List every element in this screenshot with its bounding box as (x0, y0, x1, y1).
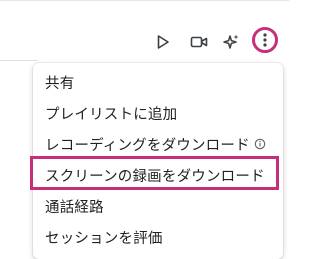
menu-item-label: 共有 (45, 75, 75, 92)
more-options-button[interactable] (252, 27, 278, 53)
play-button[interactable] (150, 28, 176, 56)
more-vert-icon (263, 33, 267, 47)
video-camera-icon (190, 36, 208, 48)
ai-button[interactable] (218, 28, 244, 56)
highlight-box (30, 156, 279, 190)
menu-item-add-to-playlist[interactable]: プレイリストに追加 (33, 98, 283, 128)
info-icon[interactable] (254, 138, 266, 150)
play-icon (157, 35, 169, 49)
menu-item-label: 通話経路 (45, 199, 104, 216)
top-divider (0, 0, 289, 1)
menu-item-download-recording[interactable]: レコーディングをダウンロード (33, 129, 283, 159)
video-button[interactable] (186, 28, 212, 56)
menu-item-rate-session[interactable]: セッションを評価 (33, 222, 283, 252)
panel-divider (0, 60, 38, 61)
menu-item-label: セッションを評価 (45, 230, 163, 247)
menu-item-label: レコーディングをダウンロード (45, 137, 250, 154)
sparkle-icon (223, 34, 239, 49)
menu-item-call-path[interactable]: 通話経路 (33, 191, 283, 221)
menu-item-share[interactable]: 共有 (33, 67, 283, 97)
menu-item-label: プレイリストに追加 (45, 106, 178, 123)
